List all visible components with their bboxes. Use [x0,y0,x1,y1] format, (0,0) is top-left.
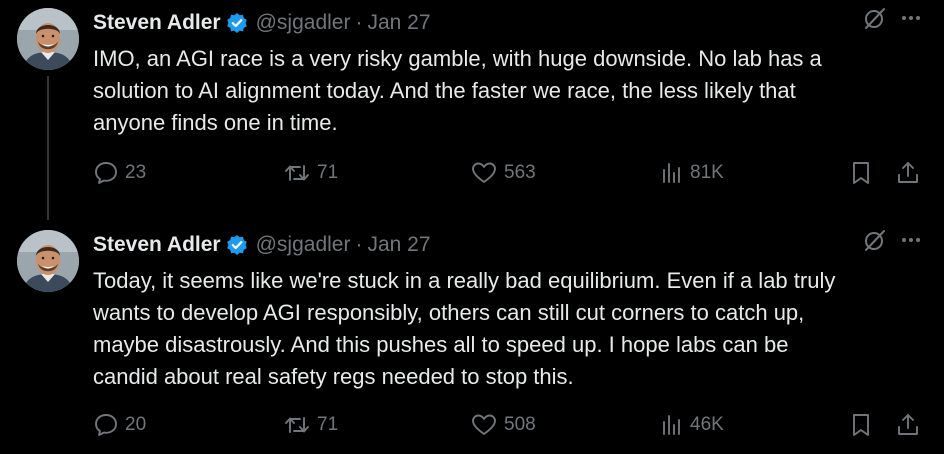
avatar[interactable] [17,8,79,70]
repost-icon [283,412,311,438]
grok-icon[interactable] [863,228,887,257]
tweet-text: Today, it seems like we're stuck in a re… [93,268,836,389]
bookmark-icon [849,160,873,186]
bookmark-button[interactable] [849,160,873,186]
author-handle[interactable]: @sjgadler [256,233,351,257]
like-button[interactable]: 563 [470,160,536,186]
tweet-date[interactable]: Jan 27 [367,233,430,257]
tweet-date[interactable]: Jan 27 [367,11,430,35]
like-button[interactable]: 508 [470,412,536,438]
tweet-header: Steven Adler @sjgadler · Jan 27 [93,0,923,44]
author-name[interactable]: Steven Adler [93,11,221,35]
views-count: 46K [690,414,724,435]
repost-icon [283,160,311,186]
views-icon [660,412,684,438]
reply-button[interactable]: 23 [93,160,146,186]
separator-dot: · [355,233,363,256]
tweet[interactable]: Steven Adler @sjgadler · Jan 27 [0,0,944,222]
more-icon[interactable] [899,228,923,257]
reply-count: 20 [125,414,147,435]
like-count: 508 [504,414,536,435]
bookmark-icon [849,412,873,438]
tweet[interactable]: Steven Adler @sjgadler · Jan 27 [0,222,944,454]
author-handle[interactable]: @sjgadler [256,11,351,35]
repost-count: 71 [317,162,339,183]
reply-button[interactable]: 20 [93,412,146,438]
share-button[interactable] [896,160,920,186]
repost-count: 71 [317,414,339,435]
grok-icon[interactable] [863,6,887,35]
heart-icon [470,412,498,438]
share-button[interactable] [896,412,920,438]
bookmark-button[interactable] [849,412,873,438]
avatar[interactable] [17,230,79,292]
tweet-text: IMO, an AGI race is a very risky gamble,… [93,46,822,135]
share-icon [896,160,920,186]
tweet-header: Steven Adler @sjgadler · Jan 27 [93,222,923,266]
reply-icon [93,412,119,438]
views-button[interactable]: 46K [660,412,724,438]
verified-badge-icon[interactable] [226,12,248,34]
reply-icon [93,160,119,186]
views-button[interactable]: 81K [660,160,724,186]
like-count: 563 [504,162,536,183]
views-icon [660,160,684,186]
author-name[interactable]: Steven Adler [93,233,221,257]
verified-badge-icon[interactable] [226,234,248,256]
reply-count: 23 [125,162,147,183]
repost-button[interactable]: 71 [283,412,338,438]
heart-icon [470,160,498,186]
separator-dot: · [355,11,363,34]
more-icon[interactable] [899,6,923,35]
views-count: 81K [690,162,724,183]
tweet-actions: 20 71 508 46K [93,410,923,440]
repost-button[interactable]: 71 [283,160,338,186]
tweet-actions: 23 71 563 81K [93,158,923,188]
share-icon [896,412,920,438]
